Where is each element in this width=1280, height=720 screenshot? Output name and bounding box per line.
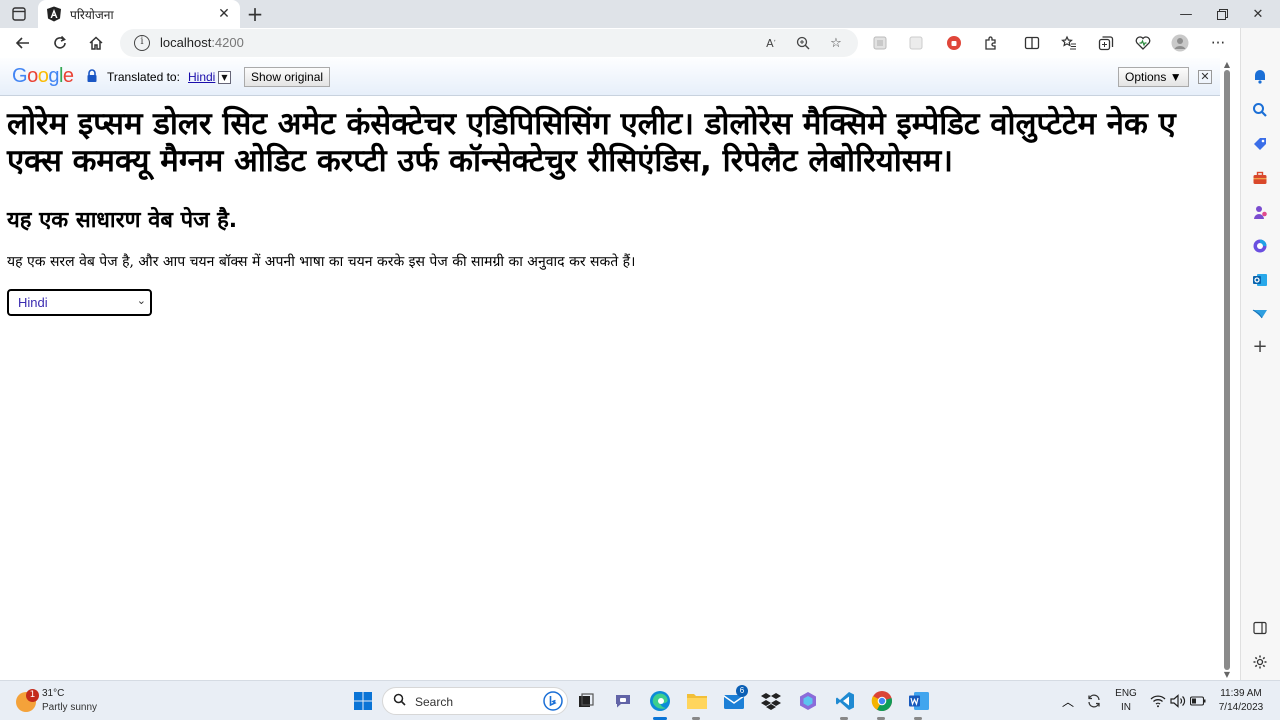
shopping-tag-icon[interactable]: [1249, 133, 1271, 155]
file-explorer-icon[interactable]: [683, 687, 711, 715]
show-original-button[interactable]: Show original: [244, 67, 331, 87]
collections-icon[interactable]: [1095, 32, 1117, 54]
scrollbar-thumb[interactable]: [1224, 70, 1230, 670]
mail-icon[interactable]: 6: [720, 685, 748, 715]
hide-sidebar-icon[interactable]: [1249, 617, 1271, 639]
windows-taskbar: 1 31°C Partly sunny Search 6 ︿ ENG IN 11…: [0, 680, 1280, 720]
refresh-icon[interactable]: [49, 32, 71, 54]
dropbox-icon[interactable]: [757, 687, 785, 715]
tab-actions-icon[interactable]: [8, 4, 30, 24]
weather-badge: 1: [26, 689, 39, 702]
search-icon[interactable]: [1249, 99, 1271, 121]
edge-sidebar: +: [1240, 28, 1280, 680]
weather-condition: Partly sunny: [42, 702, 98, 713]
address-bar[interactable]: i localhost:4200 Aʼ ☆: [120, 29, 858, 57]
browser-toolbar: i localhost:4200 Aʼ ☆ ···: [0, 28, 1240, 58]
sidebar-settings-gear-icon[interactable]: [1249, 651, 1271, 673]
restore-icon[interactable]: [1204, 0, 1240, 28]
extension-blank-icon[interactable]: [905, 32, 927, 54]
edge-browser-icon[interactable]: [646, 687, 674, 715]
tab-title: परियोजना: [70, 7, 114, 22]
notifications-icon[interactable]: [1249, 65, 1271, 87]
profile-avatar[interactable]: [1169, 32, 1191, 54]
add-sidebar-app-icon[interactable]: +: [1249, 335, 1271, 357]
scroll-up-icon[interactable]: ▲: [1222, 60, 1232, 69]
favorite-star-icon[interactable]: ☆: [827, 34, 845, 52]
address-url[interactable]: localhost:4200: [160, 35, 244, 50]
home-icon[interactable]: [85, 32, 107, 54]
input-language-line1[interactable]: ENG: [1114, 688, 1138, 699]
mail-badge: 6: [736, 685, 748, 697]
sync-icon[interactable]: [1080, 687, 1108, 715]
screen: परियोजना ✕ + — ✕ i localhost:4200 Aʼ ☆ ·…: [0, 0, 1280, 720]
input-language-line2[interactable]: IN: [1114, 702, 1138, 713]
search-bing-icon: [543, 691, 563, 715]
drop-send-icon[interactable]: [1249, 303, 1271, 325]
copilot-app-icon[interactable]: [794, 687, 822, 715]
google-translate-bar: Google Translated to: Hindi ▼ Show origi…: [0, 58, 1220, 96]
weather-temp: 31°C: [42, 688, 65, 699]
show-hidden-icons-chevron[interactable]: ︿: [1054, 687, 1082, 715]
outlook-icon[interactable]: [1249, 269, 1271, 291]
options-button[interactable]: Options ▼: [1118, 67, 1189, 87]
weather-widget[interactable]: 1 31°C Partly sunny: [16, 686, 136, 716]
target-language-link[interactable]: Hindi: [188, 70, 215, 84]
teams-chat-icon[interactable]: [609, 687, 637, 715]
page-scrollbar[interactable]: ▲ ▼: [1220, 58, 1234, 680]
more-menu-icon[interactable]: ···: [1207, 32, 1229, 54]
clock-date[interactable]: 7/14/2023: [1212, 702, 1270, 713]
page-content: लोरेम इप्सम डोलर सिट अमेट कंसेक्टेचर एडि…: [0, 96, 1220, 680]
new-tab-icon[interactable]: +: [244, 2, 266, 26]
language-select-value: Hindi: [18, 295, 48, 310]
task-view-icon[interactable]: [572, 687, 600, 715]
close-window-icon[interactable]: ✕: [1240, 0, 1276, 28]
scroll-down-icon[interactable]: ▼: [1222, 670, 1232, 679]
games-icon[interactable]: [1249, 201, 1271, 223]
start-windows-icon[interactable]: [349, 687, 377, 715]
tab-strip: परियोजना ✕ + — ✕: [0, 0, 1280, 28]
vscode-icon[interactable]: [831, 687, 859, 715]
extensions-icon[interactable]: [980, 32, 1002, 54]
browser-essentials-icon[interactable]: [1132, 32, 1154, 54]
back-icon[interactable]: [12, 32, 34, 54]
translated-to-label: Translated to:: [107, 70, 180, 84]
word-icon[interactable]: [905, 687, 933, 715]
clock-time[interactable]: 11:39 AM: [1212, 688, 1270, 699]
chevron-down-icon: ⌄: [136, 294, 146, 307]
microsoft365-icon[interactable]: [1249, 235, 1271, 257]
language-dropdown-icon[interactable]: ▼: [218, 71, 231, 84]
favorites-icon[interactable]: [1058, 32, 1080, 54]
translate-bar-close-icon[interactable]: ✕: [1198, 70, 1212, 84]
language-select[interactable]: Hindi ⌄: [7, 289, 152, 316]
page-paragraph: यह एक सरल वेब पेज है, और आप चयन बॉक्स मे…: [7, 254, 636, 270]
lock-icon: [87, 69, 97, 82]
taskbar-search-box[interactable]: Search: [382, 687, 568, 715]
tab-close-icon[interactable]: ✕: [216, 6, 232, 22]
minimize-icon[interactable]: —: [1168, 0, 1204, 28]
page-subheading: यह एक साधारण वेब पेज है.: [7, 208, 238, 233]
battery-icon[interactable]: [1184, 687, 1212, 715]
angular-icon: [46, 6, 62, 22]
extension-red-icon[interactable]: [943, 32, 965, 54]
extension-grey-icon[interactable]: [869, 32, 891, 54]
page-heading: लोरेम इप्सम डोलर सिट अमेट कंसेक्टेचर एडि…: [7, 106, 1176, 179]
google-logo: Google: [12, 65, 74, 87]
tools-briefcase-icon[interactable]: [1249, 167, 1271, 189]
tab-active[interactable]: परियोजना ✕: [38, 0, 240, 28]
search-glass-icon: [393, 693, 406, 710]
chrome-icon[interactable]: [868, 687, 896, 715]
site-info-icon[interactable]: i: [134, 35, 150, 51]
zoom-icon[interactable]: [794, 34, 812, 52]
split-screen-icon[interactable]: [1021, 32, 1043, 54]
taskbar-search-label: Search: [415, 695, 454, 709]
read-aloud-icon[interactable]: Aʼ: [762, 34, 780, 52]
